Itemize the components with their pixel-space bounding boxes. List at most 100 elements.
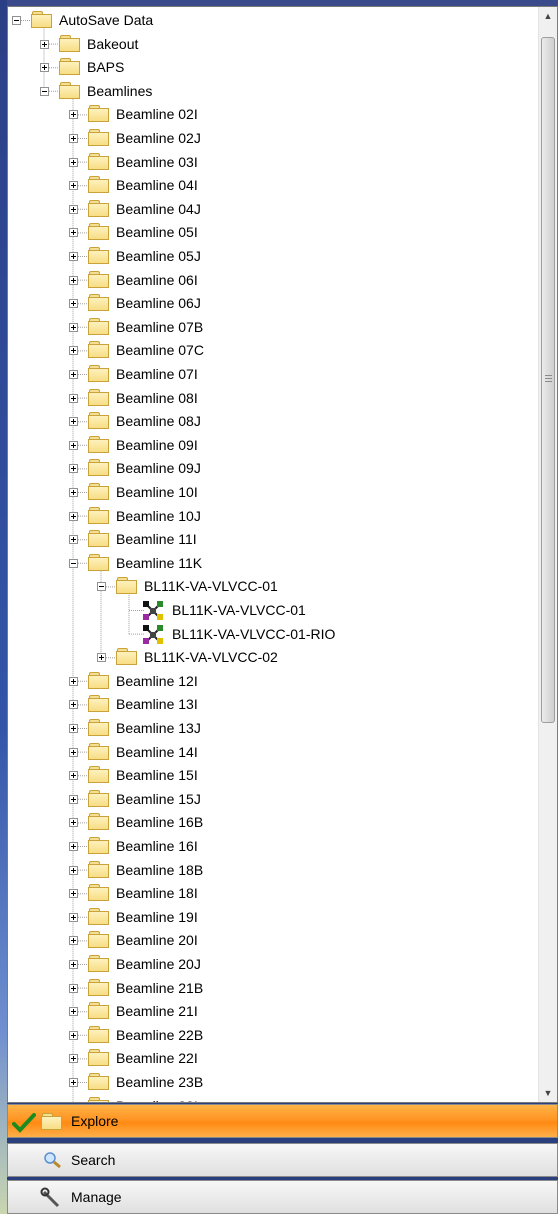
tree-folder-item[interactable]: Beamline 18B bbox=[8, 859, 528, 882]
expand-icon[interactable] bbox=[69, 204, 78, 214]
expand-icon[interactable] bbox=[69, 393, 78, 403]
expand-icon[interactable] bbox=[69, 275, 78, 285]
expand-icon[interactable] bbox=[69, 370, 78, 379]
expand-icon[interactable] bbox=[69, 346, 78, 356]
explore-button[interactable]: Explore bbox=[7, 1104, 558, 1138]
tree-folder-item[interactable]: Beamline 11K bbox=[8, 552, 528, 575]
tree-folder-item[interactable]: Beamline 15J bbox=[8, 788, 528, 811]
expand-icon[interactable] bbox=[69, 110, 78, 120]
expand-icon[interactable] bbox=[69, 818, 78, 828]
expand-icon[interactable] bbox=[69, 889, 78, 899]
collapse-icon[interactable] bbox=[12, 16, 21, 25]
tree-folder-item[interactable]: Beamline 06J bbox=[8, 292, 528, 315]
tree-folder-item[interactable]: Beamline 22B bbox=[8, 1024, 528, 1047]
expand-icon[interactable] bbox=[69, 794, 78, 804]
expand-icon[interactable] bbox=[69, 842, 78, 851]
expand-icon[interactable] bbox=[69, 771, 78, 781]
expand-icon[interactable] bbox=[69, 252, 78, 261]
expand-icon[interactable] bbox=[69, 747, 78, 757]
tree-folder-item[interactable]: Beamline 04I bbox=[8, 174, 528, 197]
tree-folder-item[interactable]: Beamline 06I bbox=[8, 269, 528, 292]
tree-folder-item[interactable]: Beamline 03I bbox=[8, 151, 528, 174]
collapse-icon[interactable] bbox=[69, 558, 78, 568]
tree-folder-item[interactable]: Beamline 02I bbox=[8, 103, 528, 126]
scroll-thumb[interactable] bbox=[541, 37, 555, 723]
tree-folder-item[interactable]: Beamline 23I bbox=[8, 1095, 528, 1102]
tree-folder-item[interactable]: Beamline 10I bbox=[8, 481, 528, 504]
tree-folder-item[interactable]: Beamline 10J bbox=[8, 505, 528, 528]
tree-folder-item[interactable]: Beamline 23B bbox=[8, 1071, 528, 1094]
tree-folder-item[interactable]: Beamline 20J bbox=[8, 953, 528, 976]
tree-folder-item[interactable]: BL11K-VA-VLVCC-01 bbox=[8, 575, 528, 598]
tree-leaf-item[interactable]: BL11K-VA-VLVCC-01 bbox=[8, 599, 528, 622]
expand-icon[interactable] bbox=[69, 912, 78, 922]
expand-icon[interactable] bbox=[69, 1030, 78, 1040]
expand-icon[interactable] bbox=[40, 39, 49, 49]
tree-folder-item[interactable]: Beamline 05J bbox=[8, 245, 528, 268]
tree-folder-item[interactable]: Beamline 11I bbox=[8, 528, 528, 551]
expand-icon[interactable] bbox=[69, 700, 78, 710]
tree-folder-item[interactable]: Beamline 02J bbox=[8, 127, 528, 150]
tree-folder-item[interactable]: Beamline 16I bbox=[8, 835, 528, 858]
expand-icon[interactable] bbox=[69, 134, 78, 143]
tree-folder-item[interactable]: Beamline 21I bbox=[8, 1000, 528, 1023]
tree-folder-item[interactable]: Beamline 07I bbox=[8, 363, 528, 386]
expand-icon[interactable] bbox=[69, 322, 78, 332]
expand-icon[interactable] bbox=[69, 299, 78, 309]
tree-folder-item[interactable]: Beamlines bbox=[8, 80, 528, 103]
tree-folder-item[interactable]: Bakeout bbox=[8, 33, 528, 56]
tree-folder-item[interactable]: Beamline 15I bbox=[8, 764, 528, 787]
tree-folder-item[interactable]: Beamline 07C bbox=[8, 339, 528, 362]
tree-folder-item[interactable]: AutoSave Data bbox=[8, 9, 528, 32]
tree-folder-item[interactable]: Beamline 07B bbox=[8, 316, 528, 339]
expand-icon[interactable] bbox=[69, 464, 78, 474]
folder-icon bbox=[59, 34, 81, 53]
expand-icon[interactable] bbox=[40, 63, 49, 73]
expand-icon[interactable] bbox=[69, 1007, 78, 1017]
expand-icon[interactable] bbox=[69, 417, 78, 427]
vertical-scrollbar[interactable]: ▲ ▼ bbox=[538, 7, 557, 1102]
expand-icon[interactable] bbox=[97, 653, 106, 663]
expand-icon[interactable] bbox=[69, 488, 78, 497]
tree-folder-item[interactable]: Beamline 16B bbox=[8, 811, 528, 834]
tree-folder-item[interactable]: Beamline 04J bbox=[8, 198, 528, 221]
expand-icon[interactable] bbox=[69, 960, 78, 969]
tree-folder-item[interactable]: Beamline 18I bbox=[8, 882, 528, 905]
expand-icon[interactable] bbox=[69, 1054, 78, 1064]
expand-icon[interactable] bbox=[69, 511, 78, 521]
expand-icon[interactable] bbox=[69, 181, 78, 191]
tree-folder-item[interactable]: Beamline 20I bbox=[8, 929, 528, 952]
tree-leaf-item[interactable]: BL11K-VA-VLVCC-01-RIO bbox=[8, 623, 528, 646]
expand-icon[interactable] bbox=[69, 228, 78, 238]
tree-folder-item[interactable]: BL11K-VA-VLVCC-02 bbox=[8, 646, 528, 669]
tree-folder-item[interactable]: Beamline 22I bbox=[8, 1047, 528, 1070]
manage-button[interactable]: Manage bbox=[7, 1180, 558, 1214]
tree-folder-item[interactable]: Beamline 19I bbox=[8, 906, 528, 929]
expand-icon[interactable] bbox=[69, 440, 78, 450]
expand-icon[interactable] bbox=[69, 865, 78, 875]
expand-icon[interactable] bbox=[69, 724, 78, 733]
tree-folder-item[interactable]: Beamline 14I bbox=[8, 741, 528, 764]
tree-folder-item[interactable]: BAPS bbox=[8, 56, 528, 79]
expand-icon[interactable] bbox=[69, 535, 78, 545]
tree-folder-item[interactable]: Beamline 21B bbox=[8, 977, 528, 1000]
tree-view[interactable]: AutoSave Data Bakeout BAPS Beamlines Beamlin… bbox=[7, 6, 558, 1103]
tree-folder-item[interactable]: Beamline 05I bbox=[8, 221, 528, 244]
scroll-down-button[interactable]: ▼ bbox=[539, 1084, 557, 1102]
search-button[interactable]: Search bbox=[7, 1143, 558, 1177]
scroll-up-button[interactable]: ▲ bbox=[539, 7, 557, 25]
collapse-icon[interactable] bbox=[40, 86, 49, 96]
tree-folder-item[interactable]: Beamline 13I bbox=[8, 693, 528, 716]
collapse-icon[interactable] bbox=[97, 582, 106, 592]
tree-folder-item[interactable]: Beamline 12I bbox=[8, 670, 528, 693]
expand-icon[interactable] bbox=[69, 936, 78, 946]
tree-folder-item[interactable]: Beamline 08J bbox=[8, 410, 528, 433]
expand-icon[interactable] bbox=[69, 1078, 78, 1087]
expand-icon[interactable] bbox=[69, 157, 78, 167]
expand-icon[interactable] bbox=[69, 676, 78, 686]
tree-folder-item[interactable]: Beamline 13J bbox=[8, 717, 528, 740]
tree-folder-item[interactable]: Beamline 09I bbox=[8, 434, 528, 457]
tree-folder-item[interactable]: Beamline 09J bbox=[8, 457, 528, 480]
tree-folder-item[interactable]: Beamline 08I bbox=[8, 387, 528, 410]
expand-icon[interactable] bbox=[69, 983, 78, 993]
